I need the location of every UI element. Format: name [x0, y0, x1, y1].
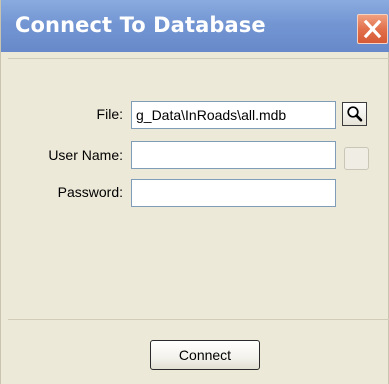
option-checkbox[interactable]: [344, 147, 369, 170]
file-label: File:: [96, 106, 123, 122]
window-title: Connect To Database: [15, 13, 266, 37]
username-label: User Name:: [48, 147, 123, 163]
password-label: Password:: [57, 184, 123, 200]
file-path-field[interactable]: g_Data\InRoads\all.mdb: [131, 101, 336, 129]
title-bar[interactable]: Connect To Database: [1, 0, 389, 52]
close-icon: [363, 19, 382, 39]
password-field[interactable]: [131, 179, 336, 207]
close-button[interactable]: [357, 14, 388, 44]
magnifier-icon: [347, 106, 363, 122]
browse-file-button[interactable]: [342, 102, 367, 126]
connect-button[interactable]: Connect: [150, 340, 260, 370]
username-field[interactable]: [131, 141, 336, 169]
connect-dialog: Connect To Database File: g_Data\InRoads…: [0, 0, 389, 384]
